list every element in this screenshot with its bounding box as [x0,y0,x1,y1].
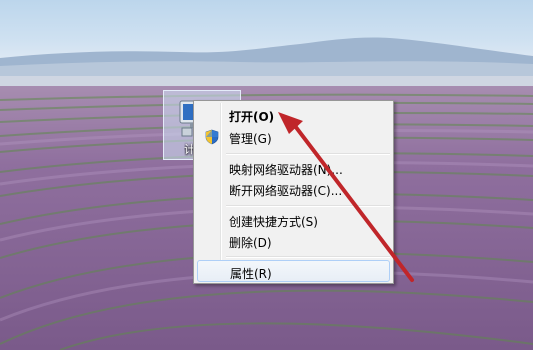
menu-item-map-network-drive[interactable]: 映射网络驱动器(N)... [197,157,390,179]
menu-item-label: 映射网络驱动器(N)... [229,163,343,177]
menu-item-create-shortcut[interactable]: 创建快捷方式(S) [197,209,390,231]
menu-item-delete[interactable]: 删除(D) [197,230,390,252]
menu-separator [226,153,390,155]
menu-item-disconnect-network-drive[interactable]: 断开网络驱动器(C)... [197,178,390,200]
uac-shield-icon [205,129,219,145]
menu-item-label: 创建快捷方式(S) [229,215,318,229]
menu-item-label: 管理(G) [229,132,272,146]
menu-item-label: 打开(O) [229,110,275,124]
menu-item-properties[interactable]: 属性(R) [197,260,390,282]
context-menu: 打开(O) 管理(G) 映射网络驱动器(N)... 断开网络驱动器(C)... … [193,100,394,284]
desktop-wallpaper: 计 打开(O) 管理(G) 映射网络驱动器(N)... 断开网络驱动器(C)..… [0,0,533,350]
menu-item-label: 属性(R) [230,267,272,281]
menu-separator [226,256,390,258]
menu-item-open[interactable]: 打开(O) [197,104,390,126]
menu-item-manage[interactable]: 管理(G) [197,126,390,148]
menu-separator [226,205,390,207]
menu-item-label: 删除(D) [229,236,272,250]
menu-item-label: 断开网络驱动器(C)... [229,184,343,198]
